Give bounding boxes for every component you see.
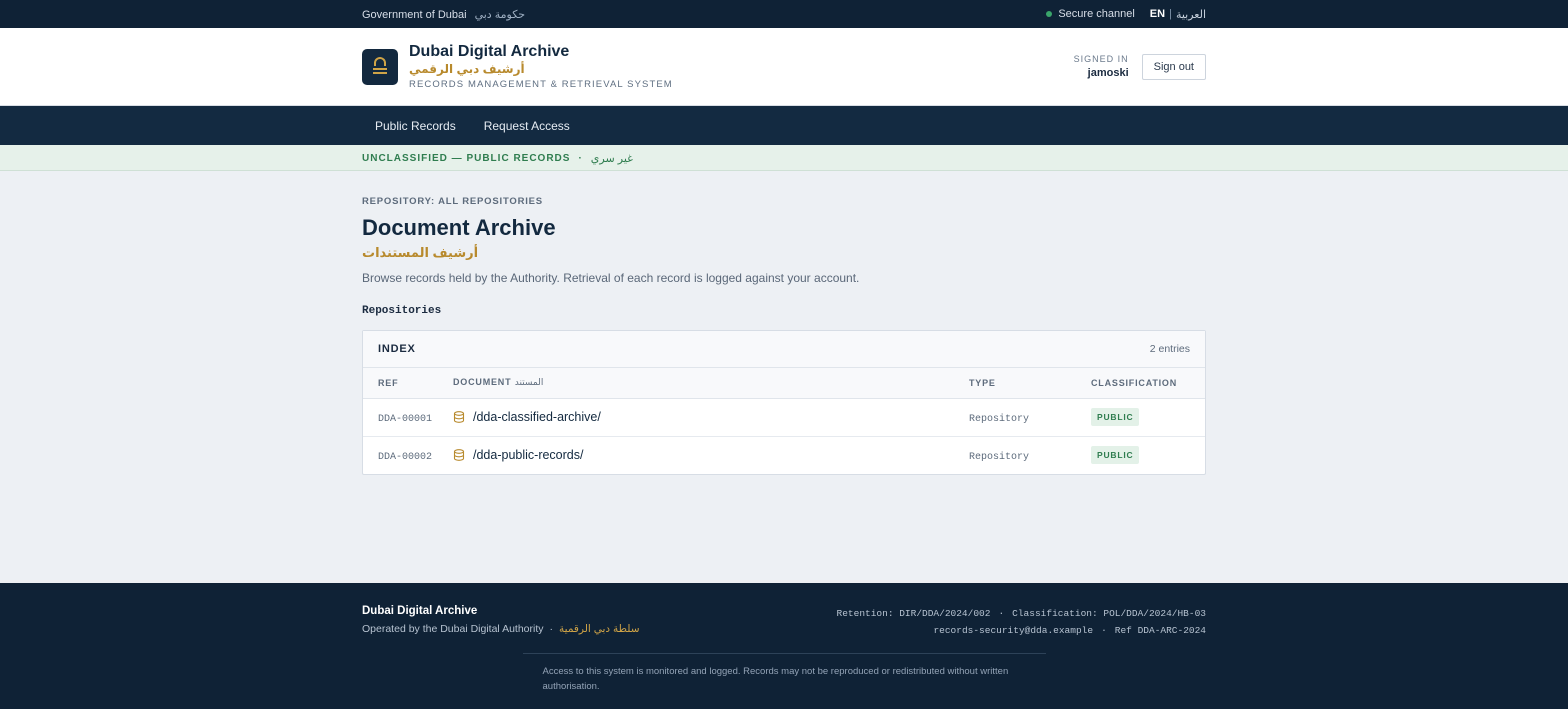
index-table: REF DOCUMENT المستند TYPE CLASSIFICATION… (363, 368, 1205, 474)
footer-ref-separator: · (998, 608, 1005, 619)
classification-badge: PUBLIC (1091, 446, 1140, 465)
site-header: Dubai Digital Archive أرشيف دبي الرقمي R… (0, 28, 1568, 106)
footer-retention: Retention: DIR/DDA/2024/002 (836, 608, 991, 619)
site-title-ar: أرشيف دبي الرقمي (409, 62, 525, 76)
table-row[interactable]: DDA-00002 /dda-public-records/ Repositor… (363, 436, 1205, 474)
signed-in-label: SIGNED IN (1073, 54, 1129, 64)
footer-classification: Classification: POL/DDA/2024/HB-03 (1012, 608, 1206, 619)
section-label: Repositories (362, 305, 442, 317)
classification-label: UNCLASSIFIED — PUBLIC RECORDS (362, 152, 571, 164)
username: jamoski (1087, 67, 1129, 79)
row-ref: DDA-00002 (378, 451, 433, 463)
archive-icon (362, 48, 398, 85)
signed-in-info: SIGNED IN jamoski (1074, 54, 1129, 79)
index-title: INDEX (378, 343, 416, 355)
classification-badge: PUBLIC (1091, 408, 1140, 426)
column-classification: CLASSIFICATION (1091, 368, 1205, 399)
column-document: DOCUMENT المستند (453, 368, 969, 399)
site-subtitle: RECORDS MANAGEMENT & RETRIEVAL SYSTEM (409, 79, 673, 90)
table-row[interactable]: DDA-00001 /dda-classified-archive/ Repos… (363, 398, 1205, 437)
document-link[interactable]: /dda-classified-archive/ (453, 410, 969, 424)
classification-banner: UNCLASSIFIED — PUBLIC RECORDS · غير سري (0, 145, 1568, 171)
footer-notice: Access to this system is monitored and l… (542, 666, 1009, 692)
language-en-link[interactable]: EN (1150, 8, 1165, 20)
footer-email[interactable]: records-security@dda.example (933, 625, 1093, 636)
column-ref: REF (363, 368, 453, 399)
classification-ar: غير سري (590, 152, 633, 165)
secure-channel-label: Secure channel (1058, 8, 1135, 20)
footer-separator: · (549, 623, 554, 635)
government-label: Government of Dubai حكومة دبي (362, 8, 525, 21)
index-card: INDEX 2 entries REF DOCUMENT المستند TYP… (362, 330, 1206, 475)
sign-out-button[interactable]: Sign out (1141, 53, 1206, 80)
classification-separator: · (578, 152, 583, 164)
footer-operator: Operated by the Dubai Digital Authority ·… (362, 623, 640, 635)
column-document-en: DOCUMENT (453, 377, 512, 388)
database-icon (453, 449, 465, 462)
nav-public-records[interactable]: Public Records (375, 119, 456, 133)
top-bar: Government of Dubai حكومة دبي Secure chan… (0, 0, 1568, 28)
document-name: /dda-classified-archive/ (473, 410, 601, 424)
document-name: /dda-public-records/ (473, 448, 584, 463)
document-link[interactable]: /dda-public-records/ (453, 448, 969, 462)
language-separator: | (1169, 8, 1172, 20)
footer-operator-ar: سلطة دبي الرقمية (559, 623, 640, 635)
footer-ref: Ref DDA-ARC-2024 (1114, 625, 1206, 636)
page-title: Document Archive (362, 215, 556, 240)
footer-references: Retention: DIR/DDA/2024/002 · Classificati… (837, 605, 1206, 639)
row-ref: DDA-00001 (378, 413, 433, 425)
language-ar-link[interactable]: العربية (1176, 8, 1206, 21)
government-en: Government of Dubai (362, 8, 467, 21)
site-footer: Dubai Digital Archive Operated by the Du… (0, 583, 1568, 709)
index-header: INDEX 2 entries (363, 331, 1205, 368)
column-type: TYPE (969, 368, 1091, 399)
entry-count: 2 entries (1149, 343, 1190, 355)
database-icon (453, 411, 465, 423)
row-type: Repository (969, 451, 1030, 463)
main-content: REPOSITORY: ALL REPOSITORIES Document Ar… (0, 171, 1568, 475)
row-type: Repository (969, 413, 1030, 425)
page-intro: Browse records held by the Authority. Re… (362, 271, 860, 285)
footer-ref-separator: · (1101, 625, 1107, 636)
site-title: Dubai Digital Archive (409, 43, 570, 60)
footer-divider (522, 653, 1046, 654)
footer-operator-en: Operated by the Dubai Digital Authority (362, 623, 544, 635)
nav-request-access[interactable]: Request Access (484, 119, 570, 133)
main-nav: Public Records Request Access (0, 106, 1568, 145)
column-document-ar: المستند (514, 377, 544, 388)
table-header-row: REF DOCUMENT المستند TYPE CLASSIFICATION (363, 368, 1205, 399)
footer-title: Dubai Digital Archive (362, 605, 478, 617)
page-title-ar: أرشيف المستندات (362, 245, 479, 260)
repository-label: REPOSITORY: ALL REPOSITORIES (362, 196, 543, 207)
secure-channel-status: Secure channel (1046, 8, 1135, 20)
secure-dot-icon (1046, 11, 1053, 17)
government-ar: حكومة دبي (474, 8, 526, 21)
brand[interactable]: Dubai Digital Archive أرشيف دبي الرقمي R… (362, 43, 673, 90)
